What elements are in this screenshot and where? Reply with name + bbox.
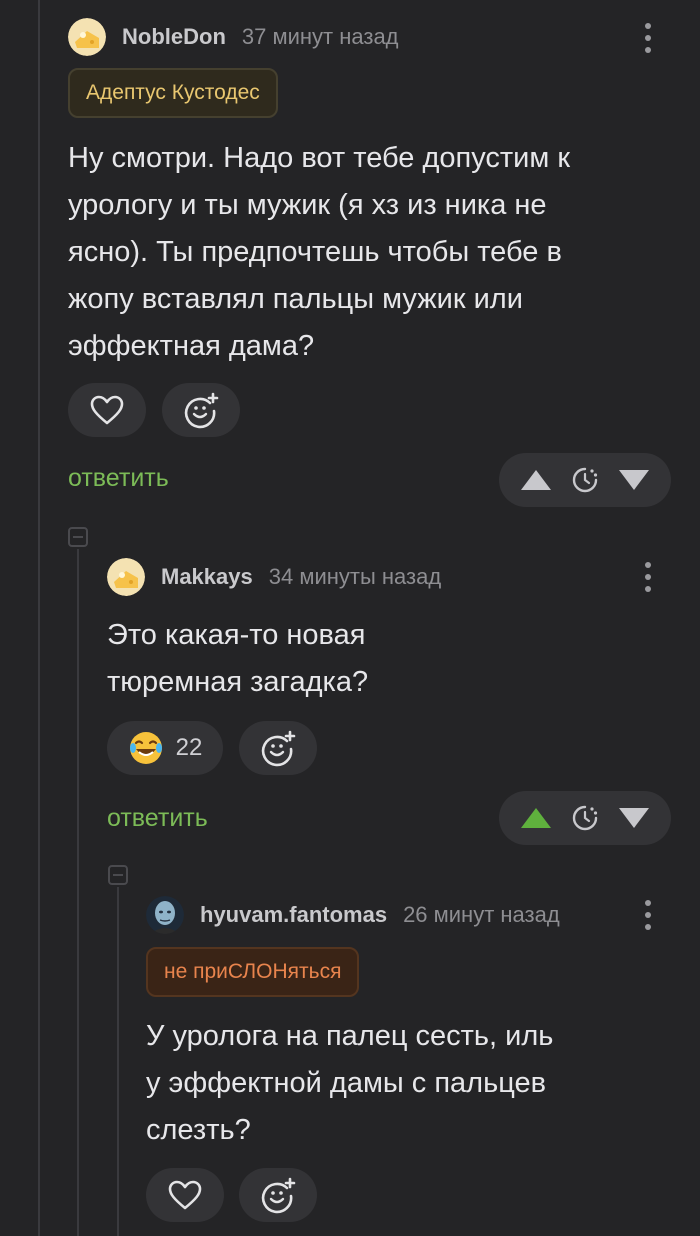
downvote-button[interactable]	[607, 791, 661, 845]
thread-line-level-1	[77, 549, 79, 1236]
upvote-icon	[521, 808, 551, 828]
timestamp: 37 минут назад	[241, 24, 399, 49]
reply-button[interactable]: ответить	[68, 464, 169, 493]
comment-text: У уролога на палец сесть, иль у эффектно…	[146, 1020, 554, 1146]
vote-timer	[563, 791, 607, 845]
add-reaction-button[interactable]	[239, 1168, 317, 1222]
downvote-button[interactable]	[607, 453, 661, 507]
comment-header: Makkays 34 минуты назад	[107, 558, 441, 596]
like-button[interactable]	[68, 383, 146, 437]
heart-icon	[168, 1180, 202, 1210]
avatar[interactable]	[146, 896, 184, 934]
collapse-thread-button[interactable]	[108, 865, 128, 885]
reaction-button[interactable]: 22	[107, 721, 223, 775]
thread-line-root	[38, 0, 40, 1236]
user-badge: Адептус Кустодес	[68, 68, 278, 118]
upvote-button[interactable]	[509, 453, 563, 507]
comment-header: hyuvam.fantomas 26 минут назад	[146, 896, 560, 934]
upvote-icon	[521, 470, 551, 490]
username[interactable]: hyuvam.fantomas	[200, 902, 387, 928]
avatar[interactable]	[68, 18, 106, 56]
heart-icon	[90, 395, 124, 425]
vote-timer-icon	[572, 805, 598, 831]
add-reaction-button[interactable]	[162, 383, 240, 437]
vote-timer-icon	[572, 467, 598, 493]
vote-controls	[499, 791, 671, 845]
comment-text: Это какая-то новая тюремная загадка?	[107, 619, 369, 698]
more-options-icon[interactable]	[636, 560, 660, 594]
upvote-button[interactable]	[509, 791, 563, 845]
username[interactable]: Makkays	[161, 564, 253, 590]
timestamp: 34 минуты назад	[268, 564, 442, 589]
comment-header: NobleDon 37 минут назад	[68, 18, 399, 56]
laughing-emoji-icon	[129, 732, 162, 764]
avatar[interactable]	[107, 558, 145, 596]
downvote-icon	[619, 470, 649, 490]
downvote-icon	[619, 808, 649, 828]
add-reaction-icon	[184, 392, 219, 429]
add-reaction-button[interactable]	[239, 721, 317, 775]
username[interactable]: NobleDon	[122, 24, 226, 50]
reply-button[interactable]: ответить	[107, 804, 208, 833]
vote-timer	[563, 453, 607, 507]
add-reaction-icon	[261, 1177, 296, 1214]
add-reaction-icon	[261, 730, 296, 767]
user-badge: не приСЛОНяться	[146, 947, 360, 997]
collapse-thread-button[interactable]	[68, 527, 88, 547]
vote-controls	[499, 453, 671, 507]
reaction-count: 22	[175, 734, 203, 761]
like-button[interactable]	[146, 1168, 224, 1222]
comment-text: Ну смотри. Надо вот тебе допустим к урол…	[68, 142, 571, 362]
more-options-icon[interactable]	[636, 898, 660, 932]
thread-line-level-2	[117, 887, 119, 1236]
more-options-icon[interactable]	[636, 21, 660, 55]
timestamp: 26 минут назад	[403, 902, 560, 927]
